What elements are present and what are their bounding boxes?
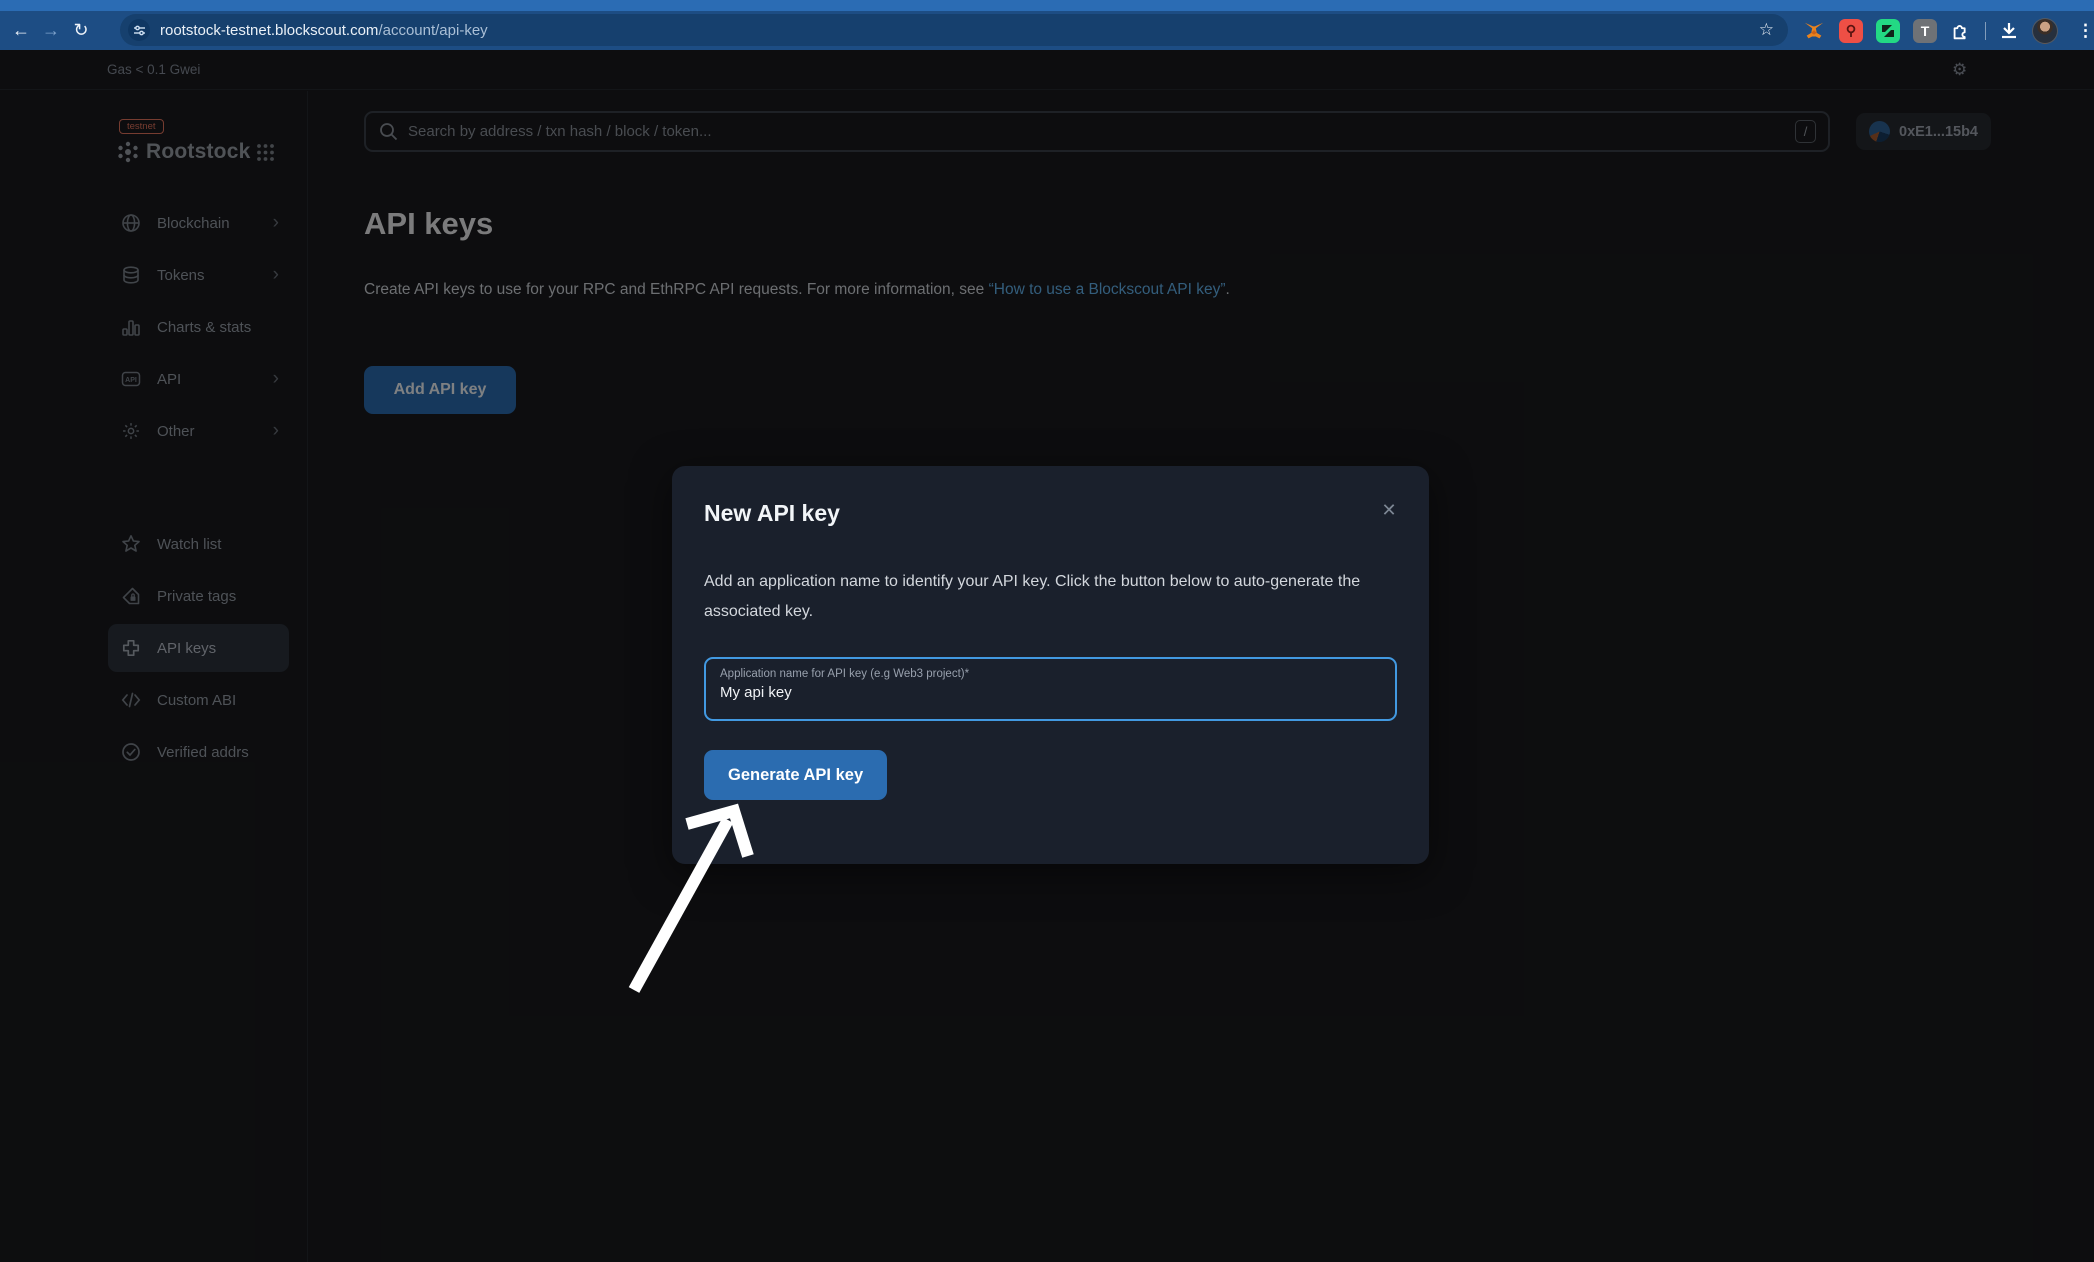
red-extension-icon[interactable] — [1839, 19, 1863, 43]
refresh-icon[interactable]: ↻ — [66, 20, 96, 41]
back-icon[interactable]: ← — [6, 20, 36, 41]
browser-chrome: ← → ↻ rootstock-testnet.blockscout.com/a… — [0, 0, 2094, 50]
browser-frame-strip — [0, 0, 2094, 11]
browser-menu-icon[interactable]: ⋮ — [2071, 21, 2094, 41]
url-text: rootstock-testnet.blockscout.com/account… — [160, 22, 488, 39]
screen: ← → ↻ rootstock-testnet.blockscout.com/a… — [0, 0, 2094, 1262]
application-name-label: Application name for API key (e.g Web3 p… — [720, 668, 1381, 680]
t-extension-icon[interactable]: T — [1913, 19, 1937, 43]
forward-icon[interactable]: → — [36, 20, 66, 41]
extensions-row: T ⋮ — [1802, 11, 2094, 50]
new-api-key-modal: New API key ✕ Add an application name to… — [672, 466, 1429, 864]
generate-api-key-button[interactable]: Generate API key — [704, 750, 887, 800]
application-name-field[interactable]: Application name for API key (e.g Web3 p… — [704, 657, 1397, 721]
browser-profile-avatar[interactable] — [2032, 18, 2058, 44]
metamask-fox-icon[interactable] — [1802, 19, 1826, 43]
modal-title: New API key — [704, 500, 1397, 527]
page: Gas < 0.1 Gwei ⚙ testnet Rootstock Block… — [0, 50, 2094, 1262]
modal-description: Add an application name to identify your… — [704, 567, 1374, 627]
browser-toolbar: ← → ↻ rootstock-testnet.blockscout.com/a… — [0, 11, 2094, 50]
close-icon[interactable]: ✕ — [1373, 494, 1405, 526]
address-bar[interactable]: rootstock-testnet.blockscout.com/account… — [120, 14, 1788, 46]
toolbar-divider — [1985, 22, 1986, 40]
green-extension-icon[interactable] — [1876, 19, 1900, 43]
application-name-input[interactable] — [720, 684, 1381, 701]
bookmark-star-icon[interactable]: ☆ — [1759, 20, 1774, 40]
downloads-icon[interactable] — [1999, 21, 2019, 41]
extensions-puzzle-icon[interactable] — [1950, 20, 1972, 42]
url-path: /account/api-key — [378, 22, 487, 39]
site-settings-icon[interactable] — [128, 19, 150, 41]
url-domain: rootstock-testnet.blockscout.com — [160, 22, 378, 39]
